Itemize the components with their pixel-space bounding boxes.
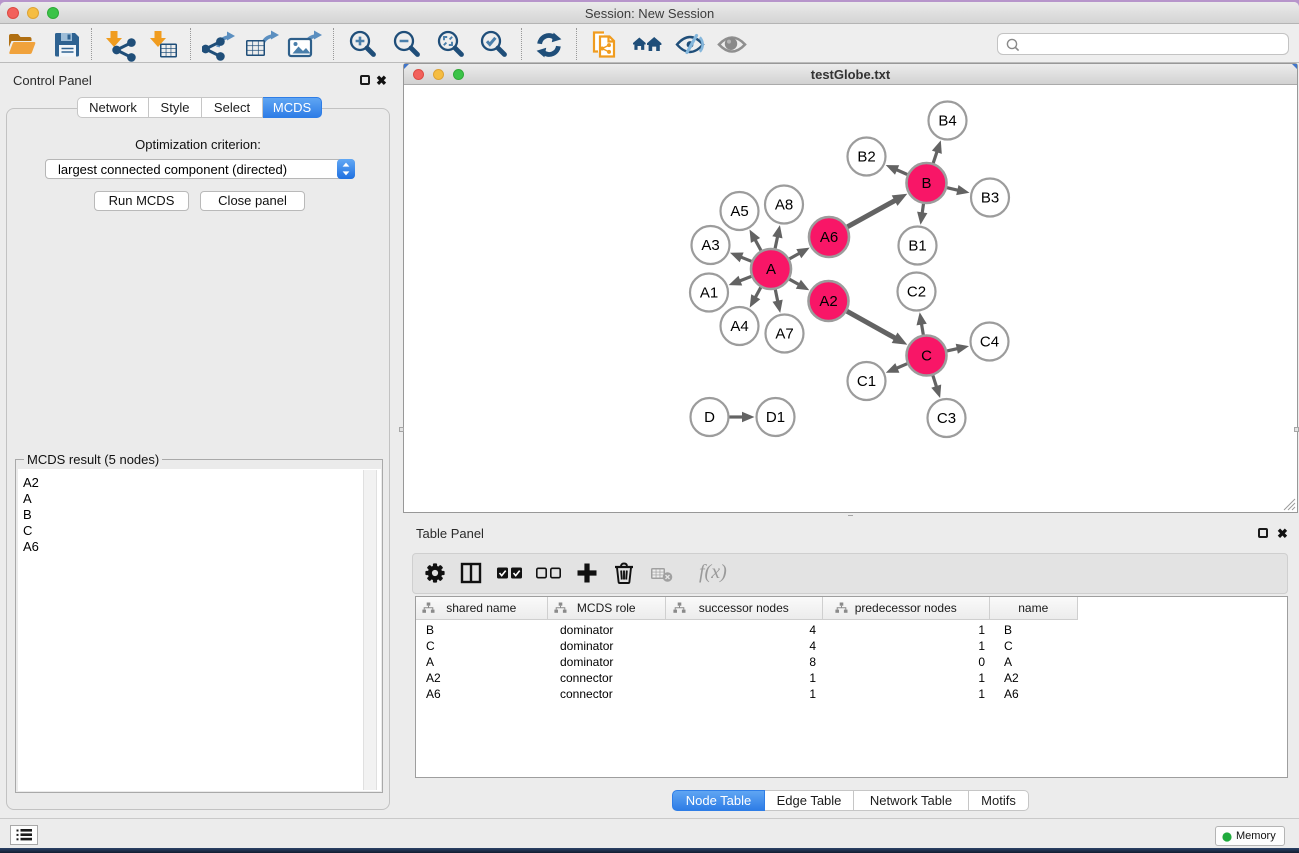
svg-text:D1: D1: [766, 409, 785, 426]
svg-text:A5: A5: [730, 203, 748, 220]
svg-text:B4: B4: [938, 113, 956, 130]
svg-text:A6: A6: [820, 229, 838, 246]
svg-text:A: A: [766, 261, 776, 278]
svg-text:A3: A3: [701, 237, 719, 254]
svg-text:C: C: [921, 348, 932, 365]
svg-text:C4: C4: [980, 334, 999, 351]
svg-text:A8: A8: [775, 197, 793, 214]
svg-text:B: B: [921, 175, 931, 192]
svg-text:B3: B3: [981, 190, 999, 207]
svg-text:A1: A1: [700, 285, 718, 302]
svg-text:C1: C1: [857, 373, 876, 390]
svg-text:C3: C3: [937, 410, 956, 427]
svg-text:A2: A2: [819, 293, 837, 310]
svg-text:C2: C2: [907, 284, 926, 301]
svg-text:B1: B1: [908, 238, 926, 255]
svg-text:A7: A7: [775, 326, 793, 343]
svg-text:A4: A4: [730, 318, 748, 335]
svg-text:B2: B2: [857, 149, 875, 166]
svg-text:D: D: [704, 409, 715, 426]
